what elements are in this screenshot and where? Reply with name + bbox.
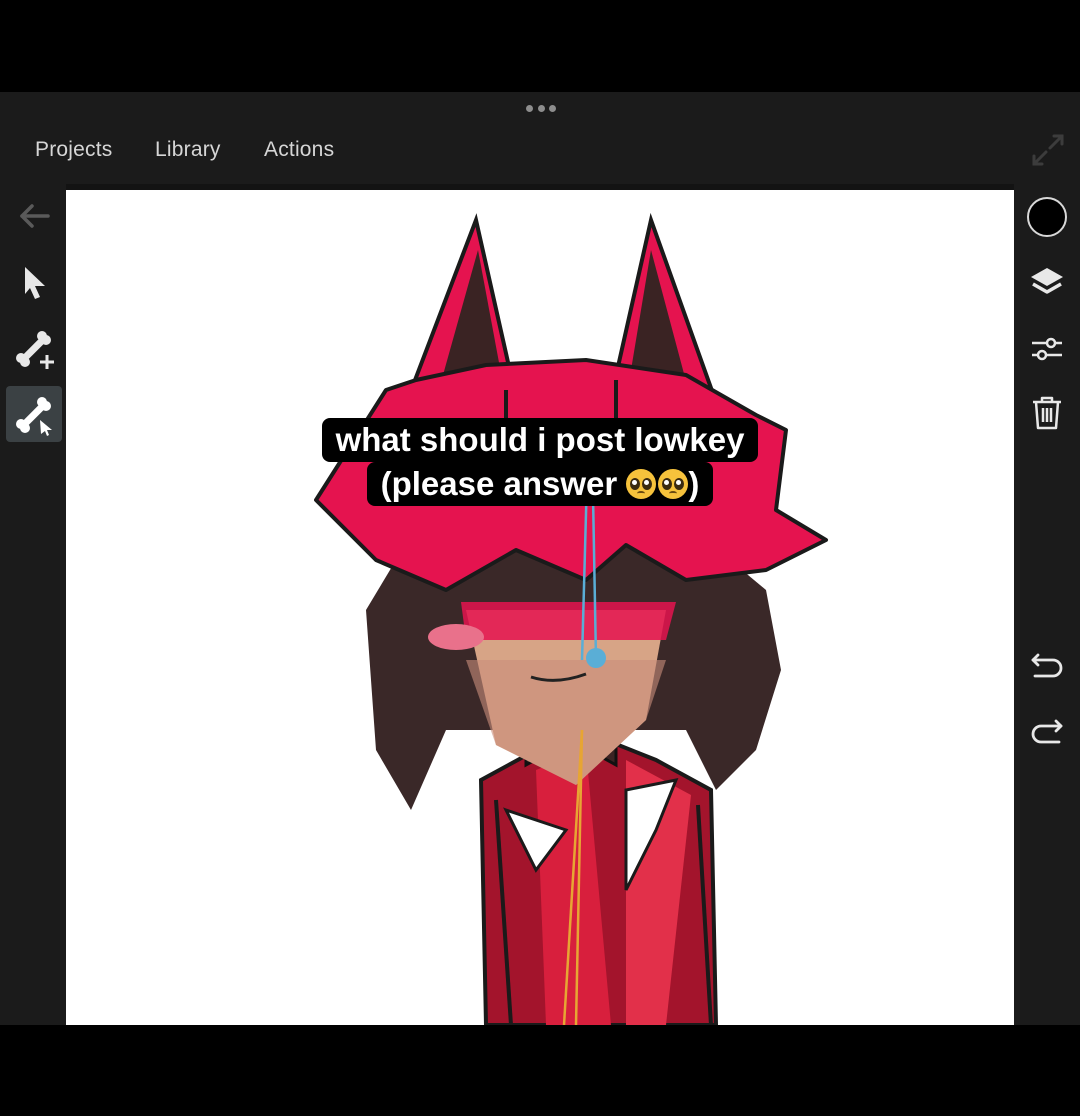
layers-icon[interactable]: [1022, 258, 1072, 308]
caption-line-2: (please answer ): [366, 462, 714, 506]
more-dots-icon[interactable]: [526, 104, 556, 112]
color-swatch-icon[interactable]: [1022, 192, 1072, 242]
caption-line-1: what should i post lowkey: [321, 418, 759, 462]
add-bone-icon[interactable]: [6, 320, 62, 376]
tab-library[interactable]: Library: [155, 138, 221, 162]
select-arrow-icon[interactable]: [6, 254, 62, 310]
redo-icon[interactable]: [1022, 708, 1072, 758]
sliders-icon[interactable]: [1022, 324, 1072, 374]
app-window: Projects Library Actions: [0, 92, 1080, 1025]
expand-icon[interactable]: [1030, 132, 1066, 168]
caption-overlay: what should i post lowkey (please answer…: [0, 418, 1080, 506]
tab-projects[interactable]: Projects: [35, 138, 112, 162]
back-arrow-icon[interactable]: [6, 188, 62, 244]
caption-line-2-end: ): [688, 465, 700, 502]
pleading-face-icon: [626, 469, 689, 499]
caption-line-2-text: (please answer: [380, 465, 627, 502]
character-artwork: [314, 212, 828, 1025]
drawing-canvas[interactable]: [66, 190, 1014, 1025]
tab-actions[interactable]: Actions: [264, 138, 334, 162]
undo-icon[interactable]: [1022, 642, 1072, 692]
